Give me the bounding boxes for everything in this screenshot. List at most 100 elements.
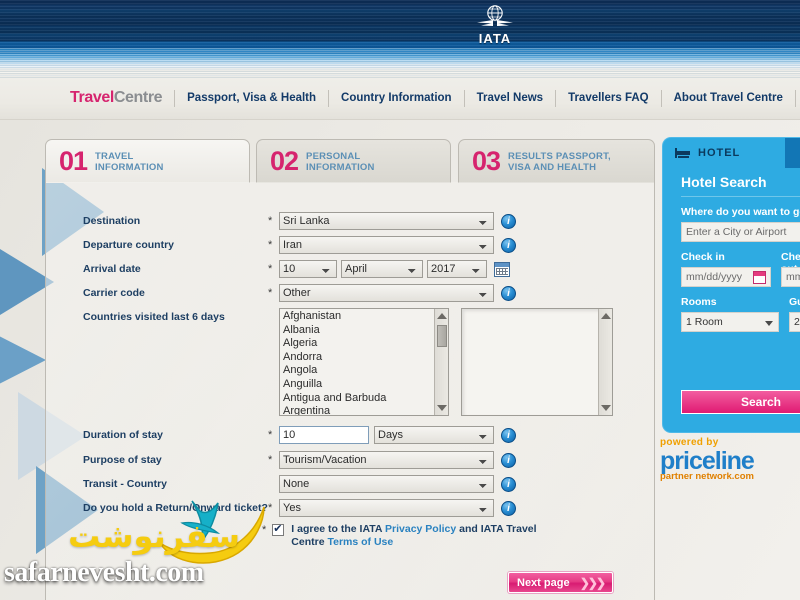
country-option[interactable]: Algeria — [283, 337, 448, 351]
agreement-checkbox[interactable] — [272, 522, 285, 536]
purpose-of-stay-select[interactable]: Tourism/Vacation — [279, 451, 494, 469]
info-icon[interactable]: i — [501, 477, 516, 492]
nav-divider — [174, 89, 176, 107]
field-row-countries-visited: Countries visited last 6 days Afghanista… — [83, 308, 613, 416]
tab-results-passport-visa-health[interactable]: 03 RESULTS PASSPORT, VISA AND HEALTH — [458, 139, 655, 183]
privacy-policy-link[interactable]: Privacy Policy — [385, 523, 456, 535]
label-check-in: Check in — [681, 251, 725, 263]
calendar-icon[interactable] — [494, 262, 510, 277]
label-return-ticket: Do you hold a Return/Onward ticket? — [83, 502, 268, 514]
arrival-day-select[interactable]: 10 — [279, 260, 337, 278]
field-row-duration-of-stay: Duration of stay * Days i — [83, 426, 516, 444]
iata-wordmark: IATA — [478, 31, 512, 46]
hotel-search-button[interactable]: Search — [681, 390, 800, 414]
destination-select[interactable]: Sri Lanka — [279, 212, 494, 230]
required-marker: * — [268, 429, 273, 441]
scroll-thumb[interactable] — [437, 325, 447, 347]
required-marker: * — [268, 287, 273, 299]
info-icon[interactable]: i — [501, 501, 516, 516]
tab-number: 02 — [270, 146, 299, 176]
check-in-value: mm/dd/yyyy — [686, 271, 743, 283]
field-row-return-ticket: Do you hold a Return/Onward ticket? * Ye… — [83, 499, 516, 517]
duration-unit-select[interactable]: Days — [374, 426, 494, 444]
scroll-down-icon[interactable] — [601, 405, 611, 411]
nav-divider — [555, 89, 557, 107]
nav-divider — [794, 89, 796, 107]
tab-label-line2: INFORMATION — [95, 161, 164, 173]
required-marker — [268, 308, 279, 311]
country-option[interactable]: Andorra — [283, 351, 448, 365]
calendar-icon[interactable] — [753, 271, 766, 284]
label-guests: Guests — [789, 296, 800, 308]
globe-wings-icon — [477, 5, 513, 26]
info-icon[interactable]: i — [501, 286, 516, 301]
tab-travel-information[interactable]: 01 TRAVEL INFORMATION — [45, 139, 250, 183]
tab-personal-information[interactable]: 02 PERSONAL INFORMATION — [256, 139, 451, 183]
countries-selected-listbox[interactable] — [461, 308, 613, 416]
return-ticket-select[interactable]: Yes — [279, 499, 494, 517]
next-page-button[interactable]: Next page ❯❯❯ — [508, 572, 613, 593]
nav-link-about-travel-centre[interactable]: About Travel Centre — [674, 92, 783, 104]
nav-link-travel-news[interactable]: Travel News — [477, 92, 543, 104]
country-option[interactable]: Antigua and Barbuda — [283, 392, 448, 406]
country-option[interactable]: Angola — [283, 364, 448, 378]
label-duration-of-stay: Duration of stay — [83, 429, 163, 441]
field-row-destination: Destination * Sri Lanka i — [83, 212, 516, 230]
nav-link-travellers-faq[interactable]: Travellers FAQ — [568, 92, 649, 104]
info-icon[interactable]: i — [501, 238, 516, 253]
required-marker: * — [262, 524, 267, 536]
tab-label-line2: VISA AND HEALTH — [508, 161, 597, 173]
hotel-search-button-label: Search — [740, 395, 782, 409]
priceline-attribution: powered by priceline partner network.com — [660, 437, 800, 495]
country-option[interactable]: Anguilla — [283, 378, 448, 392]
country-option[interactable]: Albania — [283, 324, 448, 338]
scroll-down-icon[interactable] — [437, 405, 447, 411]
info-icon[interactable]: i — [501, 428, 516, 443]
travelcentre-logo[interactable]: TravelCentre — [70, 89, 163, 107]
rooms-select[interactable]: 1 Room — [681, 312, 779, 332]
site-header-banner: IATA — [0, 0, 800, 78]
info-icon[interactable]: i — [501, 453, 516, 468]
scroll-up-icon[interactable] — [437, 313, 447, 319]
label-transit-country: Transit - Country — [83, 478, 168, 490]
carrier-code-select[interactable]: Other — [279, 284, 494, 302]
label-departure-country: Departure country — [83, 239, 175, 251]
nav-link-country-information[interactable]: Country Information — [341, 92, 452, 104]
required-marker: * — [268, 263, 273, 275]
transit-country-select[interactable]: None — [279, 475, 494, 493]
agreement-text: I agree to the IATA Privacy Policy and I… — [291, 523, 541, 549]
flight-tab[interactable] — [785, 138, 800, 168]
brand-travel: Travel — [70, 89, 114, 106]
check-in-input[interactable]: mm/dd/yyyy — [681, 267, 771, 287]
hotel-tab-label: HOTEL — [698, 147, 741, 159]
check-out-input[interactable]: mm/dd/yyyy — [781, 267, 800, 287]
label-arrival-date: Arrival date — [83, 263, 141, 275]
chevron-right-triple-icon: ❯❯❯ — [579, 575, 606, 590]
hotel-tab[interactable]: HOTEL — [663, 138, 783, 168]
countries-available-listbox[interactable]: Afghanistan Albania Algeria Andorra Angola An… — [279, 308, 449, 416]
info-icon[interactable]: i — [501, 214, 516, 229]
duration-of-stay-input[interactable] — [279, 426, 369, 444]
field-row-departure-country: Departure country * Iran i — [83, 236, 516, 254]
scroll-up-icon[interactable] — [601, 313, 611, 319]
required-marker: * — [268, 239, 273, 251]
next-page-label: Next page — [517, 576, 570, 589]
country-option[interactable]: Argentina — [283, 405, 448, 415]
nav-link-passport-visa-health[interactable]: Passport, Visa & Health — [187, 92, 316, 104]
iata-logo: IATA — [462, 4, 528, 48]
wizard-tabs: 01 TRAVEL INFORMATION 02 PERSONAL INFORM… — [45, 139, 655, 183]
hotel-destination-input[interactable]: Enter a City or Airport — [681, 222, 800, 242]
listbox-scrollbar[interactable] — [598, 309, 612, 415]
label-purpose-of-stay: Purpose of stay — [83, 454, 162, 466]
arrival-year-select[interactable]: 2017 — [427, 260, 487, 278]
guests-select[interactable]: 2 — [789, 312, 800, 332]
terms-of-use-link[interactable]: Terms of Use — [327, 536, 393, 548]
arrival-month-select[interactable]: April — [341, 260, 423, 278]
departure-country-select[interactable]: Iran — [279, 236, 494, 254]
primary-navigation: TravelCentre Passport, Visa & Health Cou… — [0, 78, 800, 120]
field-row-carrier-code: Carrier code * Other i — [83, 284, 516, 302]
listbox-scrollbar[interactable] — [434, 309, 448, 415]
tab-number: 01 — [59, 146, 88, 176]
field-row-arrival-date: Arrival date * 10 April 2017 — [83, 260, 510, 278]
country-option[interactable]: Afghanistan — [283, 310, 448, 324]
